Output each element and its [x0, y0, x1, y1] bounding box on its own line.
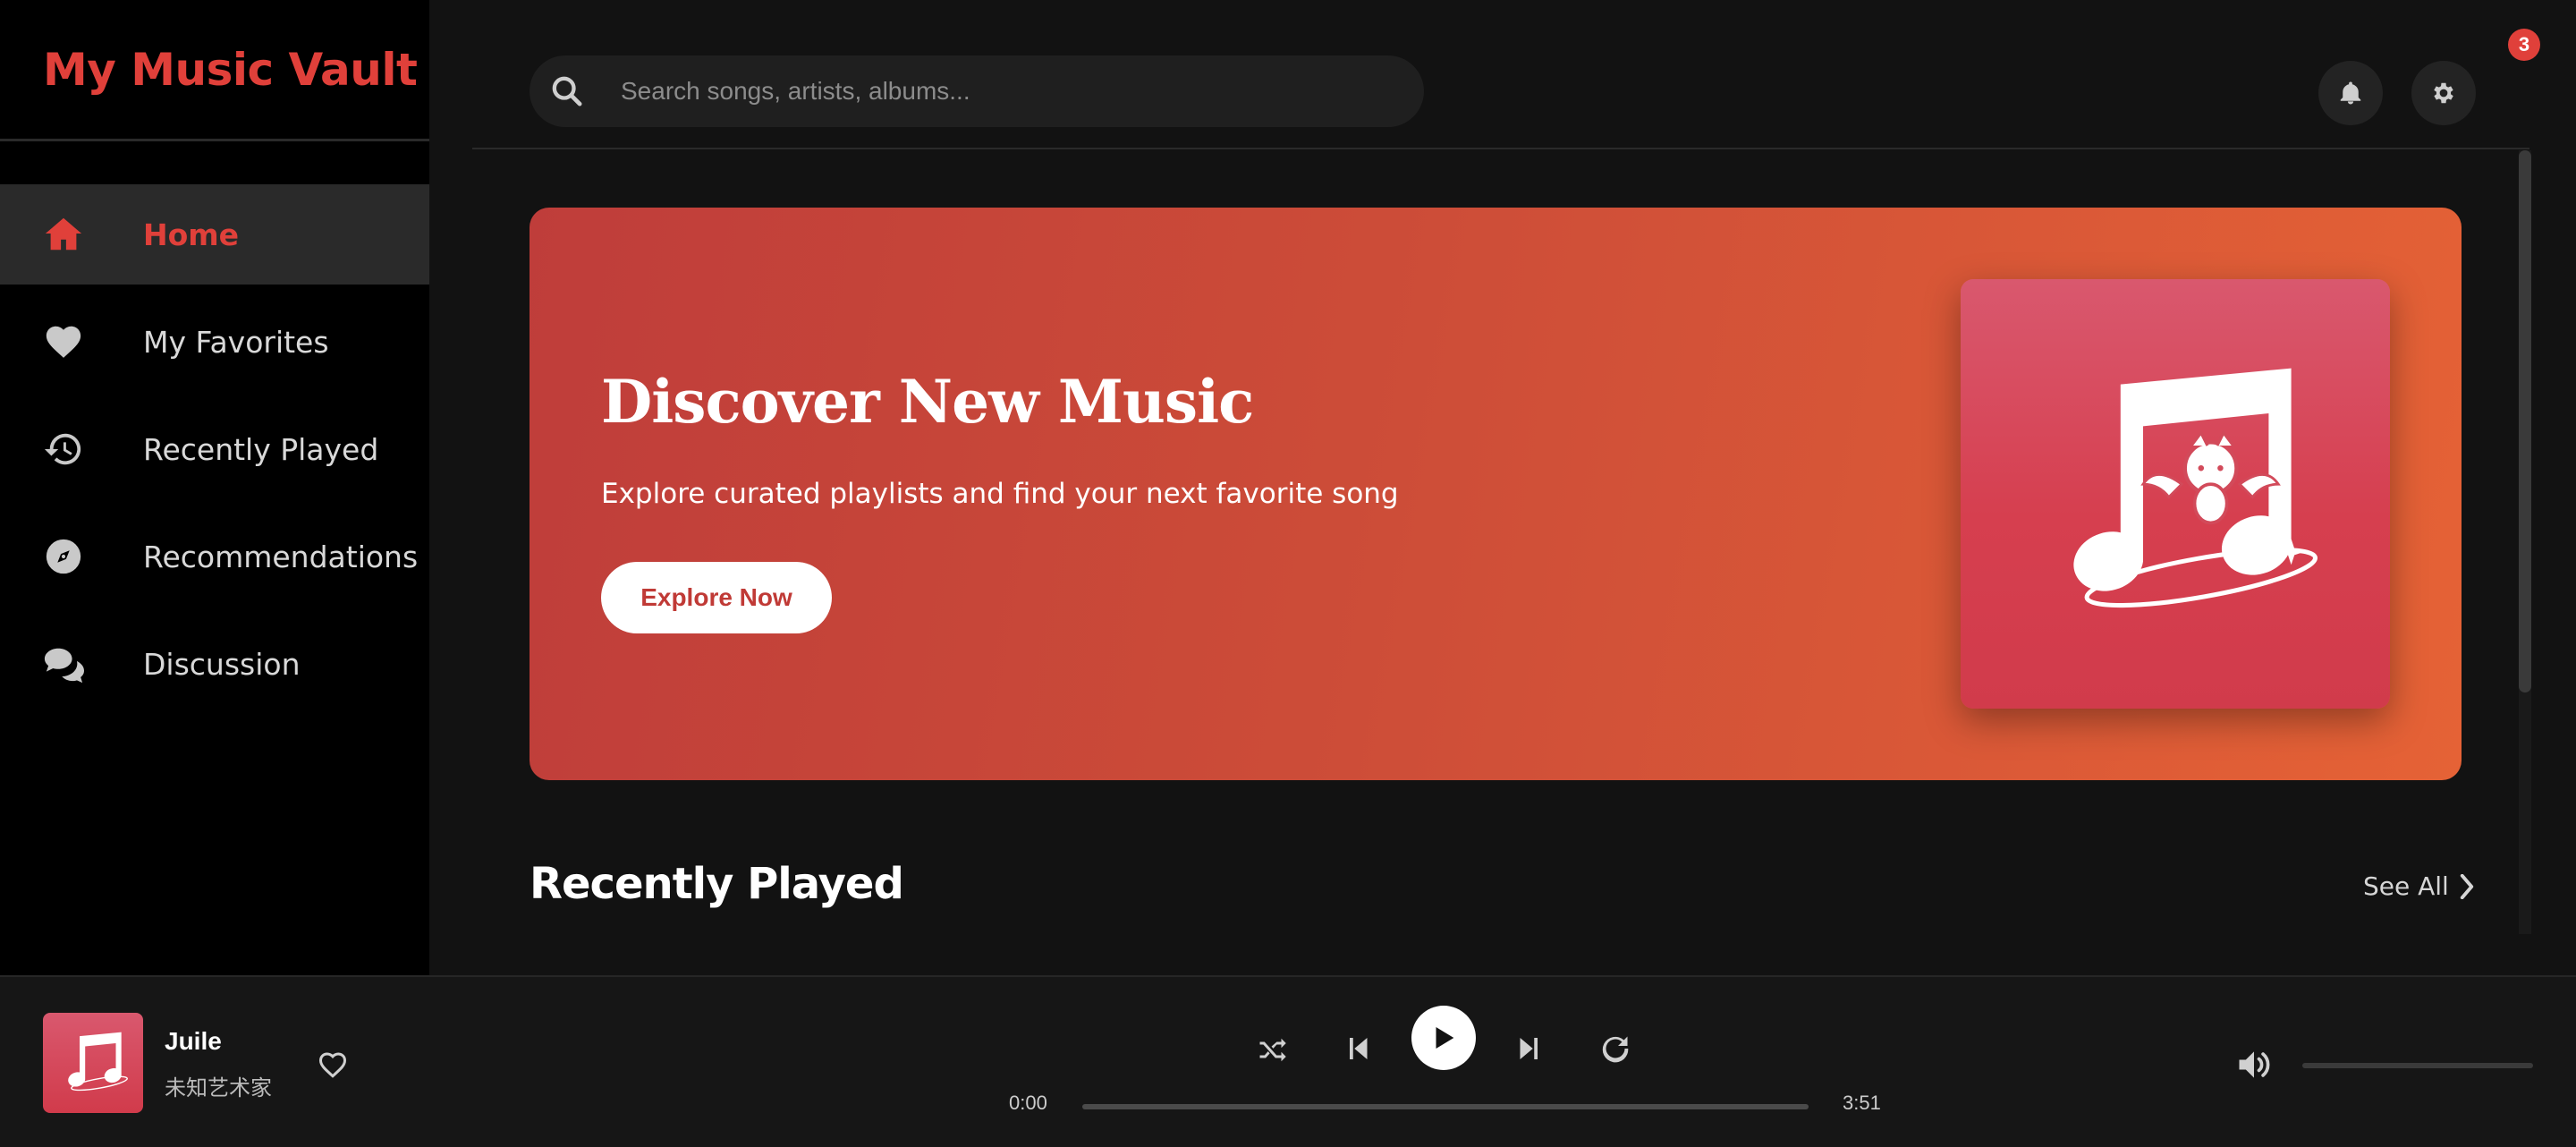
- main-scrollbar[interactable]: [2519, 150, 2531, 934]
- play-icon: [1436, 1026, 1454, 1049]
- repeat-button[interactable]: [1594, 1027, 1637, 1070]
- sidebar-item-label: Recently Played: [143, 431, 379, 467]
- sidebar-item-recently-played[interactable]: Recently Played: [0, 399, 429, 499]
- app-logo[interactable]: My Music Vault: [0, 0, 429, 141]
- hero-banner: Discover New Music Explore curated playl…: [530, 208, 2462, 780]
- heart-icon: [41, 319, 86, 364]
- header-divider: [472, 148, 2529, 149]
- sidebar-nav: Home My Favorites Recently Played Recomm…: [0, 184, 429, 714]
- history-icon: [41, 427, 86, 472]
- chevron-right-icon: [2460, 873, 2474, 899]
- previous-button[interactable]: [1336, 1027, 1379, 1070]
- volume-icon[interactable]: [2234, 1045, 2274, 1084]
- sidebar-item-label: Home: [143, 217, 240, 252]
- sidebar-item-home[interactable]: Home: [0, 184, 429, 285]
- search-input[interactable]: [621, 77, 1390, 106]
- gear-icon: [2434, 82, 2453, 104]
- next-button[interactable]: [1508, 1027, 1551, 1070]
- sidebar-item-label: Discussion: [143, 646, 301, 682]
- hero-title: Discover New Music: [601, 367, 1254, 437]
- see-all-link[interactable]: See All: [2363, 871, 2476, 901]
- current-time: 0:00: [1009, 1092, 1047, 1114]
- play-button[interactable]: [1411, 1006, 1476, 1070]
- sidebar: My Music Vault Home My Favorites Recentl…: [0, 0, 429, 975]
- track-artist: 未知艺术家: [165, 1076, 272, 1100]
- settings-button[interactable]: [2411, 61, 2476, 125]
- explore-now-button[interactable]: Explore Now: [601, 562, 832, 633]
- track-duration: 3:51: [1843, 1092, 1881, 1114]
- search-icon[interactable]: [549, 73, 585, 109]
- recently-played-title: Recently Played: [530, 859, 904, 909]
- scrollbar-thumb[interactable]: [2519, 150, 2531, 692]
- volume-slider[interactable]: [2302, 1063, 2533, 1068]
- comments-icon: [41, 641, 86, 686]
- track-artwork[interactable]: [43, 1013, 143, 1113]
- track-title: Juile: [165, 1027, 222, 1055]
- shuffle-icon: [1259, 1038, 1286, 1062]
- sidebar-item-recommendations[interactable]: Recommendations: [0, 506, 429, 607]
- see-all-label: See All: [2363, 871, 2449, 901]
- hero-subtitle: Explore curated playlists and find your …: [601, 478, 1399, 510]
- sidebar-item-label: My Favorites: [143, 324, 329, 360]
- notification-badge: 3: [2508, 29, 2540, 61]
- shuffle-button[interactable]: [1250, 1027, 1293, 1070]
- sidebar-item-label: Recommendations: [143, 539, 419, 574]
- home-icon: [41, 212, 86, 257]
- sidebar-item-favorites[interactable]: My Favorites: [0, 292, 429, 392]
- progress-bar[interactable]: [1082, 1104, 1809, 1109]
- player-bar: Juile 未知艺术家 0:00 3:51: [0, 975, 2576, 1147]
- compass-icon: [41, 534, 86, 579]
- heart-outline-icon[interactable]: [317, 1049, 349, 1081]
- music-note-icon: [2073, 368, 2318, 608]
- hero-artwork: [1961, 279, 2390, 709]
- sidebar-item-discussion[interactable]: Discussion: [0, 614, 429, 714]
- app-title: My Music Vault: [43, 43, 418, 96]
- music-note-icon: [68, 1032, 128, 1092]
- repeat-icon: [1602, 1036, 1629, 1063]
- bell-icon: [2340, 81, 2361, 105]
- search-bar: [530, 55, 1424, 127]
- skip-back-icon: [1350, 1038, 1368, 1059]
- notifications-button[interactable]: [2318, 61, 2383, 125]
- skip-forward-icon: [1520, 1038, 1538, 1059]
